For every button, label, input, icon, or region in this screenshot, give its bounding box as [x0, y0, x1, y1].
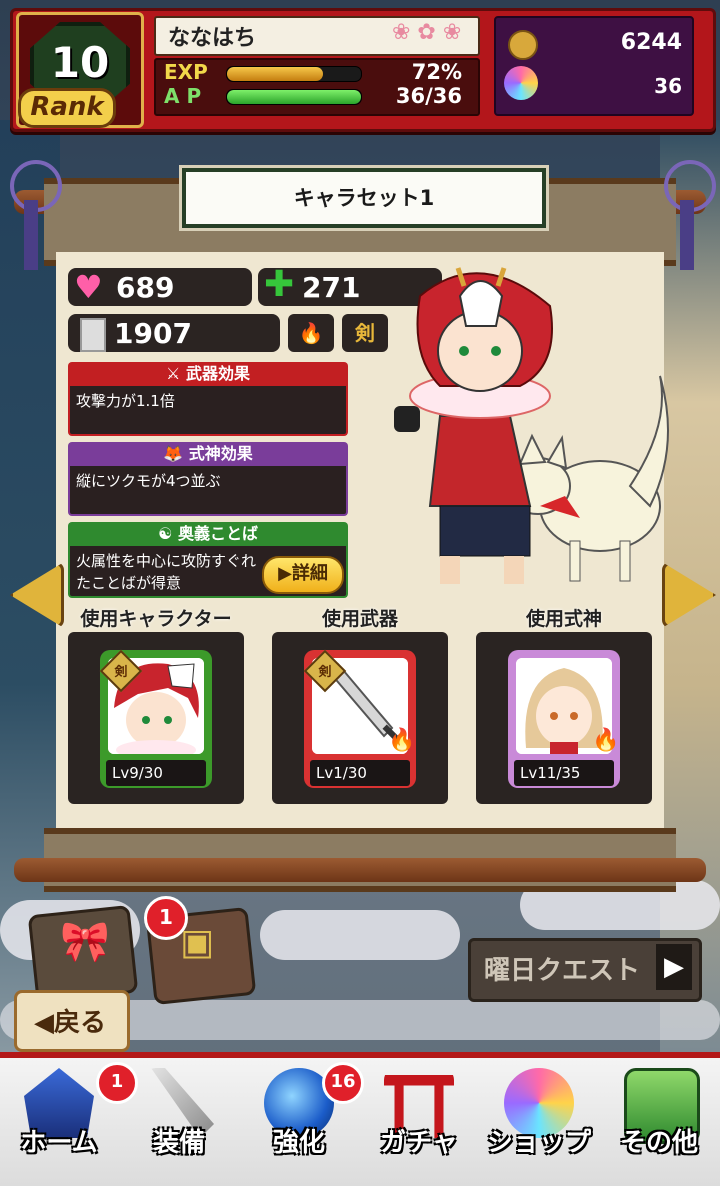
fire-icon: 🔥 — [288, 314, 334, 352]
shikigami-effect-text: 縦にツクモが4つ並ぶ — [68, 466, 348, 516]
scroll-rod-bottom — [14, 858, 706, 882]
exp-value: 72% — [411, 60, 462, 84]
nav-enhance[interactable]: 強化 16 — [240, 1058, 364, 1178]
sword-icon: ⚔ — [166, 364, 186, 383]
fox-icon: 🦊 — [163, 444, 189, 463]
ap-bar — [226, 89, 362, 105]
cloud — [260, 910, 460, 960]
ougi-icon: ☯ — [158, 524, 178, 543]
ougi-header: ☯ 奥義ことば — [68, 522, 348, 546]
back-label: ◀戻る — [33, 1008, 106, 1038]
exp-bar — [226, 66, 362, 82]
coin-icon — [508, 30, 538, 60]
ap-bar-fill — [227, 90, 361, 104]
weapon-effect-title: 武器効果 — [185, 364, 250, 383]
slot-label-character: 使用キャラクター — [80, 608, 232, 630]
attack-value: 1907 — [114, 317, 192, 350]
nav-other[interactable]: その他 — [600, 1058, 718, 1178]
exp-bar-fill — [227, 67, 324, 81]
ougi-detail-button[interactable]: ▶詳細 — [262, 556, 344, 594]
nav-equip[interactable]: 装備 — [120, 1058, 238, 1178]
fire-icon: 🔥 — [388, 728, 416, 753]
nav-shop-label: ショップ — [486, 1128, 591, 1158]
shikigami-effect-header: 🦊 式神効果 — [68, 442, 348, 466]
nav-enhance-label: 強化 — [272, 1128, 325, 1158]
ougi-title: 奥義ことば — [177, 524, 258, 543]
play-arrow-icon: ▶ — [656, 944, 692, 990]
nav-gacha[interactable]: ガチャ — [360, 1058, 478, 1178]
weapon-effect-header: ⚔ 武器効果 — [68, 362, 348, 386]
sakura-decoration-icon: ❀ ✿ ❀ — [392, 20, 462, 45]
charset-title: キャラセット1 — [293, 186, 435, 210]
nav-home[interactable]: ホーム 1 — [0, 1058, 138, 1178]
weapon-effect-text: 攻撃力が1.1倍 — [68, 386, 348, 436]
enhance-badge: 16 — [322, 1062, 364, 1104]
tassel-right — [680, 200, 694, 270]
exp-label: EXP — [164, 60, 208, 84]
attack-blade-icon — [80, 318, 106, 352]
weekday-quest-label: 曜日クエスト — [484, 956, 641, 986]
slot-label-shikigami: 使用式神 — [525, 608, 602, 630]
back-arrow-icon: ◀ — [33, 1008, 54, 1038]
ougi-detail-label: 詳細 — [291, 563, 328, 584]
spirit-stone-icon — [504, 66, 538, 100]
ap-label: A P — [164, 84, 202, 108]
weapon-level: Lv1/30 — [310, 760, 410, 786]
shikigami-effect-title: 式神効果 — [188, 444, 253, 463]
sword-badge-label: 剣 — [114, 665, 128, 680]
nav-shop[interactable]: ショップ — [480, 1058, 598, 1178]
rank-level: 10 — [50, 38, 110, 87]
heal-plus-icon: ✚ — [264, 264, 295, 305]
heart-icon: ♥ — [74, 268, 103, 306]
play-arrow-icon: ▶ — [278, 563, 292, 584]
gift-badge: 1 — [144, 896, 188, 940]
nav-gacha-label: ガチャ — [380, 1128, 458, 1158]
fire-icon: 🔥 — [592, 728, 620, 753]
shikigami-level: Lv11/35 — [514, 760, 614, 786]
coin-count: 6244 — [620, 30, 682, 55]
hp-value: 689 — [116, 271, 175, 304]
tassel-left — [24, 200, 38, 270]
character-level: Lv9/30 — [106, 760, 206, 786]
ap-value: 36/36 — [395, 84, 462, 108]
player-name: ななはち — [168, 26, 257, 51]
ribbon-icon: 🎀 — [60, 919, 110, 965]
nav-equip-label: 装備 — [152, 1128, 205, 1158]
sword-badge-label: 剣 — [318, 665, 332, 680]
nav-other-label: その他 — [619, 1128, 698, 1158]
heal-value: 271 — [302, 271, 361, 304]
nav-home-label: ホーム — [20, 1128, 98, 1158]
spirit-stone-count: 36 — [654, 74, 682, 98]
character-illustration — [394, 267, 669, 584]
rank-label: Rank — [18, 88, 116, 128]
slot-label-weapon: 使用武器 — [321, 608, 398, 630]
